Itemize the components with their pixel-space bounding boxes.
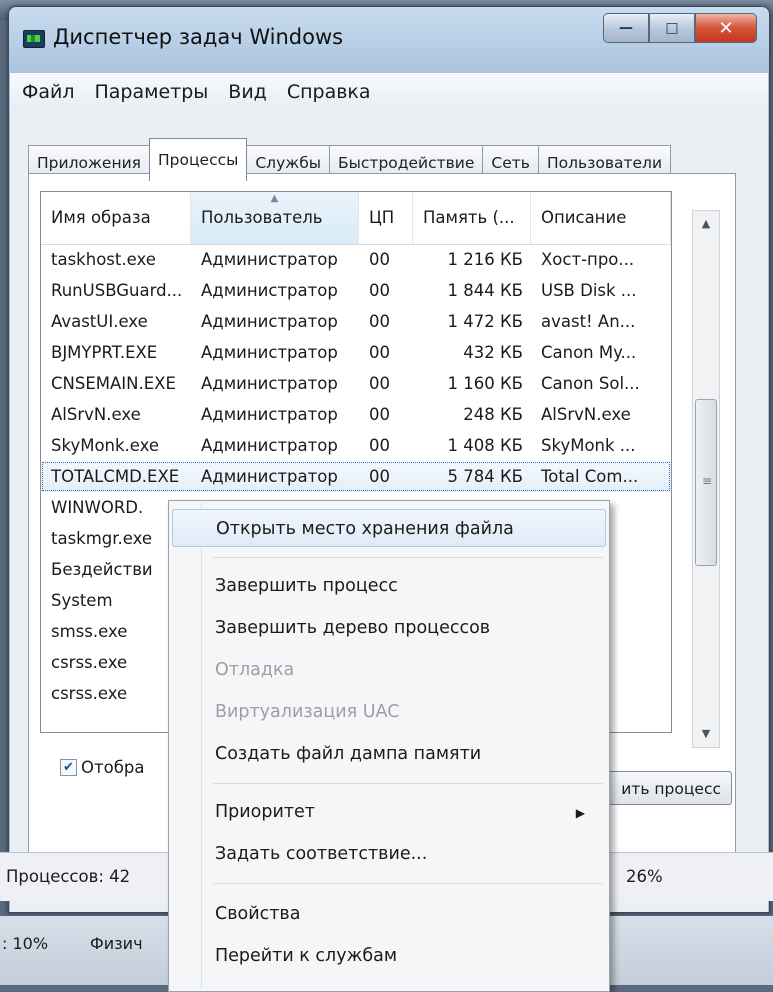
cell-cpu: 00 [369, 281, 390, 300]
menu-properties[interactable]: Свойства [215, 895, 300, 933]
cell-user: Администратор [201, 281, 338, 300]
cell-cpu: 00 [369, 312, 390, 331]
cell-memory: 1 472 КБ [447, 312, 523, 331]
menu-help[interactable]: Справка [287, 81, 371, 103]
menu-view[interactable]: Вид [228, 81, 267, 103]
list-header: Имя образа ▲ Пользователь ЦП Память (...… [41, 192, 671, 245]
tab-processes[interactable]: Процессы [149, 138, 248, 181]
table-row[interactable]: CNSEMAIN.EXE Администратор 00 1 160 КБ Canon… [41, 368, 671, 399]
context-menu: Открыть место хранения файла Завершить п… [168, 500, 610, 992]
cpu-usage-text: : 10% [2, 934, 49, 953]
scroll-down-arrow-icon[interactable]: ▼ [693, 721, 719, 747]
cell-description: Хост-про... [541, 250, 635, 269]
physical-memory-text: Физич [90, 934, 143, 953]
menu-separator [213, 783, 603, 784]
process-count: Процессов: 42 [6, 867, 131, 886]
grip-icon: ≡ [702, 474, 713, 488]
menu-priority-label: Приоритет [215, 802, 315, 822]
menu-bar: Файл Параметры Вид Справка [10, 73, 768, 111]
menu-gutter [201, 503, 202, 989]
menu-priority[interactable]: Приоритет [215, 793, 609, 831]
menu-uac-virtualization: Виртуализация UAC [215, 702, 400, 722]
cell-image-name: TOTALCMD.EXE [51, 467, 180, 486]
table-row[interactable]: RunUSBGuard... Администратор 00 1 844 КБ USB… [41, 275, 671, 306]
cell-description: avast! An... [541, 312, 636, 331]
sort-ascending-icon: ▲ [270, 193, 279, 204]
scroll-thumb[interactable]: ≡ [695, 399, 717, 566]
checkmark-icon[interactable]: ✔ [60, 759, 77, 776]
task-manager-icon [23, 30, 45, 48]
cell-memory: 248 КБ [463, 405, 523, 424]
menu-end-process-tree[interactable]: Завершить дерево процессов [215, 609, 490, 647]
menu-create-dump[interactable]: Создать файл дампа памяти [215, 735, 481, 773]
table-row[interactable]: SkyMonk.exe Администратор 00 1 408 КБ SkyMon… [41, 430, 671, 461]
cell-cpu: 00 [369, 436, 390, 455]
column-user-label: Пользователь [201, 208, 323, 227]
cell-image-name: AvastUI.exe [51, 312, 148, 331]
table-row[interactable]: AlSrvN.exe Администратор 00 248 КБ AlSrvN.ex… [41, 399, 671, 430]
cell-cpu: 00 [369, 374, 390, 393]
cell-image-name: taskhost.exe [51, 250, 156, 269]
cell-image-name: BJMYPRT.EXE [51, 343, 158, 362]
triangle-right-icon: ▶ [575, 806, 585, 820]
vertical-scrollbar[interactable]: ▲ ≡ ▼ [692, 210, 720, 748]
table-row[interactable]: AvastUI.exe Администратор 00 1 472 КБ avast!… [41, 306, 671, 337]
menu-end-process[interactable]: Завершить процесс [215, 567, 398, 605]
title-bar[interactable]: Диспетчер задач Windows — □ ✕ [9, 7, 769, 73]
cell-memory: 1 216 КБ [447, 250, 523, 269]
menu-options[interactable]: Параметры [95, 81, 209, 103]
cell-cpu: 00 [369, 405, 390, 424]
cell-user: Администратор [201, 343, 338, 362]
cell-image-name: RunUSBGuard... [51, 281, 183, 300]
cell-memory: 1 844 КБ [447, 281, 523, 300]
minimize-button[interactable]: — [603, 13, 649, 43]
cell-user: Администратор [201, 374, 338, 393]
maximize-button[interactable]: □ [649, 13, 695, 43]
cell-user: Администратор [201, 436, 338, 455]
show-all-processes[interactable]: ✔ Отобра [60, 758, 144, 777]
cell-description: USB Disk ... [541, 281, 637, 300]
cell-memory: 432 КБ [463, 343, 523, 362]
cell-image-name: SkyMonk.exe [51, 436, 160, 455]
menu-go-to-services[interactable]: Перейти к службам [215, 937, 397, 975]
cell-cpu: 00 [369, 250, 390, 269]
cell-description: Total Com... [541, 467, 639, 486]
cell-description: Canon Sol... [541, 374, 640, 393]
cell-cpu: 00 [369, 343, 390, 362]
column-cpu[interactable]: ЦП [359, 192, 413, 244]
window-controls: — □ ✕ [603, 13, 757, 43]
cell-memory: 5 784 КБ [447, 467, 523, 486]
cell-image-name: AlSrvN.exe [51, 405, 141, 424]
menu-file[interactable]: Файл [22, 81, 75, 103]
window-title: Диспетчер задач Windows [53, 25, 344, 49]
close-button[interactable]: ✕ [695, 13, 757, 43]
menu-set-affinity[interactable]: Задать соответствие... [215, 835, 427, 873]
column-user[interactable]: ▲ Пользователь [191, 192, 359, 244]
cell-user: Администратор [201, 405, 338, 424]
cell-description: SkyMonk ... [541, 436, 636, 455]
table-row[interactable]: TOTALCMD.EXE Администратор 00 5 784 КБ Total… [41, 461, 671, 492]
cell-memory: 1 408 КБ [447, 436, 523, 455]
cell-memory: 1 160 КБ [447, 374, 523, 393]
cell-cpu: 00 [369, 467, 390, 486]
cell-user: Администратор [201, 250, 338, 269]
menu-debug: Отладка [215, 660, 295, 680]
scroll-up-arrow-icon[interactable]: ▲ [693, 211, 719, 237]
menu-separator [213, 557, 603, 558]
cell-user: Администратор [201, 467, 338, 486]
cell-image-name: CNSEMAIN.EXE [51, 374, 176, 393]
column-memory[interactable]: Память (... [413, 192, 531, 244]
column-description[interactable]: Описание [531, 192, 671, 244]
menu-open-file-location[interactable]: Открыть место хранения файла [172, 509, 606, 547]
column-image-name[interactable]: Имя образа [41, 192, 191, 244]
table-row[interactable]: BJMYPRT.EXE Администратор 00 432 КБ Canon My… [41, 337, 671, 368]
cell-description: Canon My... [541, 343, 637, 362]
show-all-label: Отобра [81, 758, 145, 777]
memory-usage: 26% [626, 867, 663, 886]
menu-separator [213, 883, 603, 884]
table-row[interactable]: taskhost.exe Администратор 00 1 216 КБ Хост-… [41, 244, 671, 275]
cell-user: Администратор [201, 312, 338, 331]
cell-description: AlSrvN.exe [541, 405, 631, 424]
